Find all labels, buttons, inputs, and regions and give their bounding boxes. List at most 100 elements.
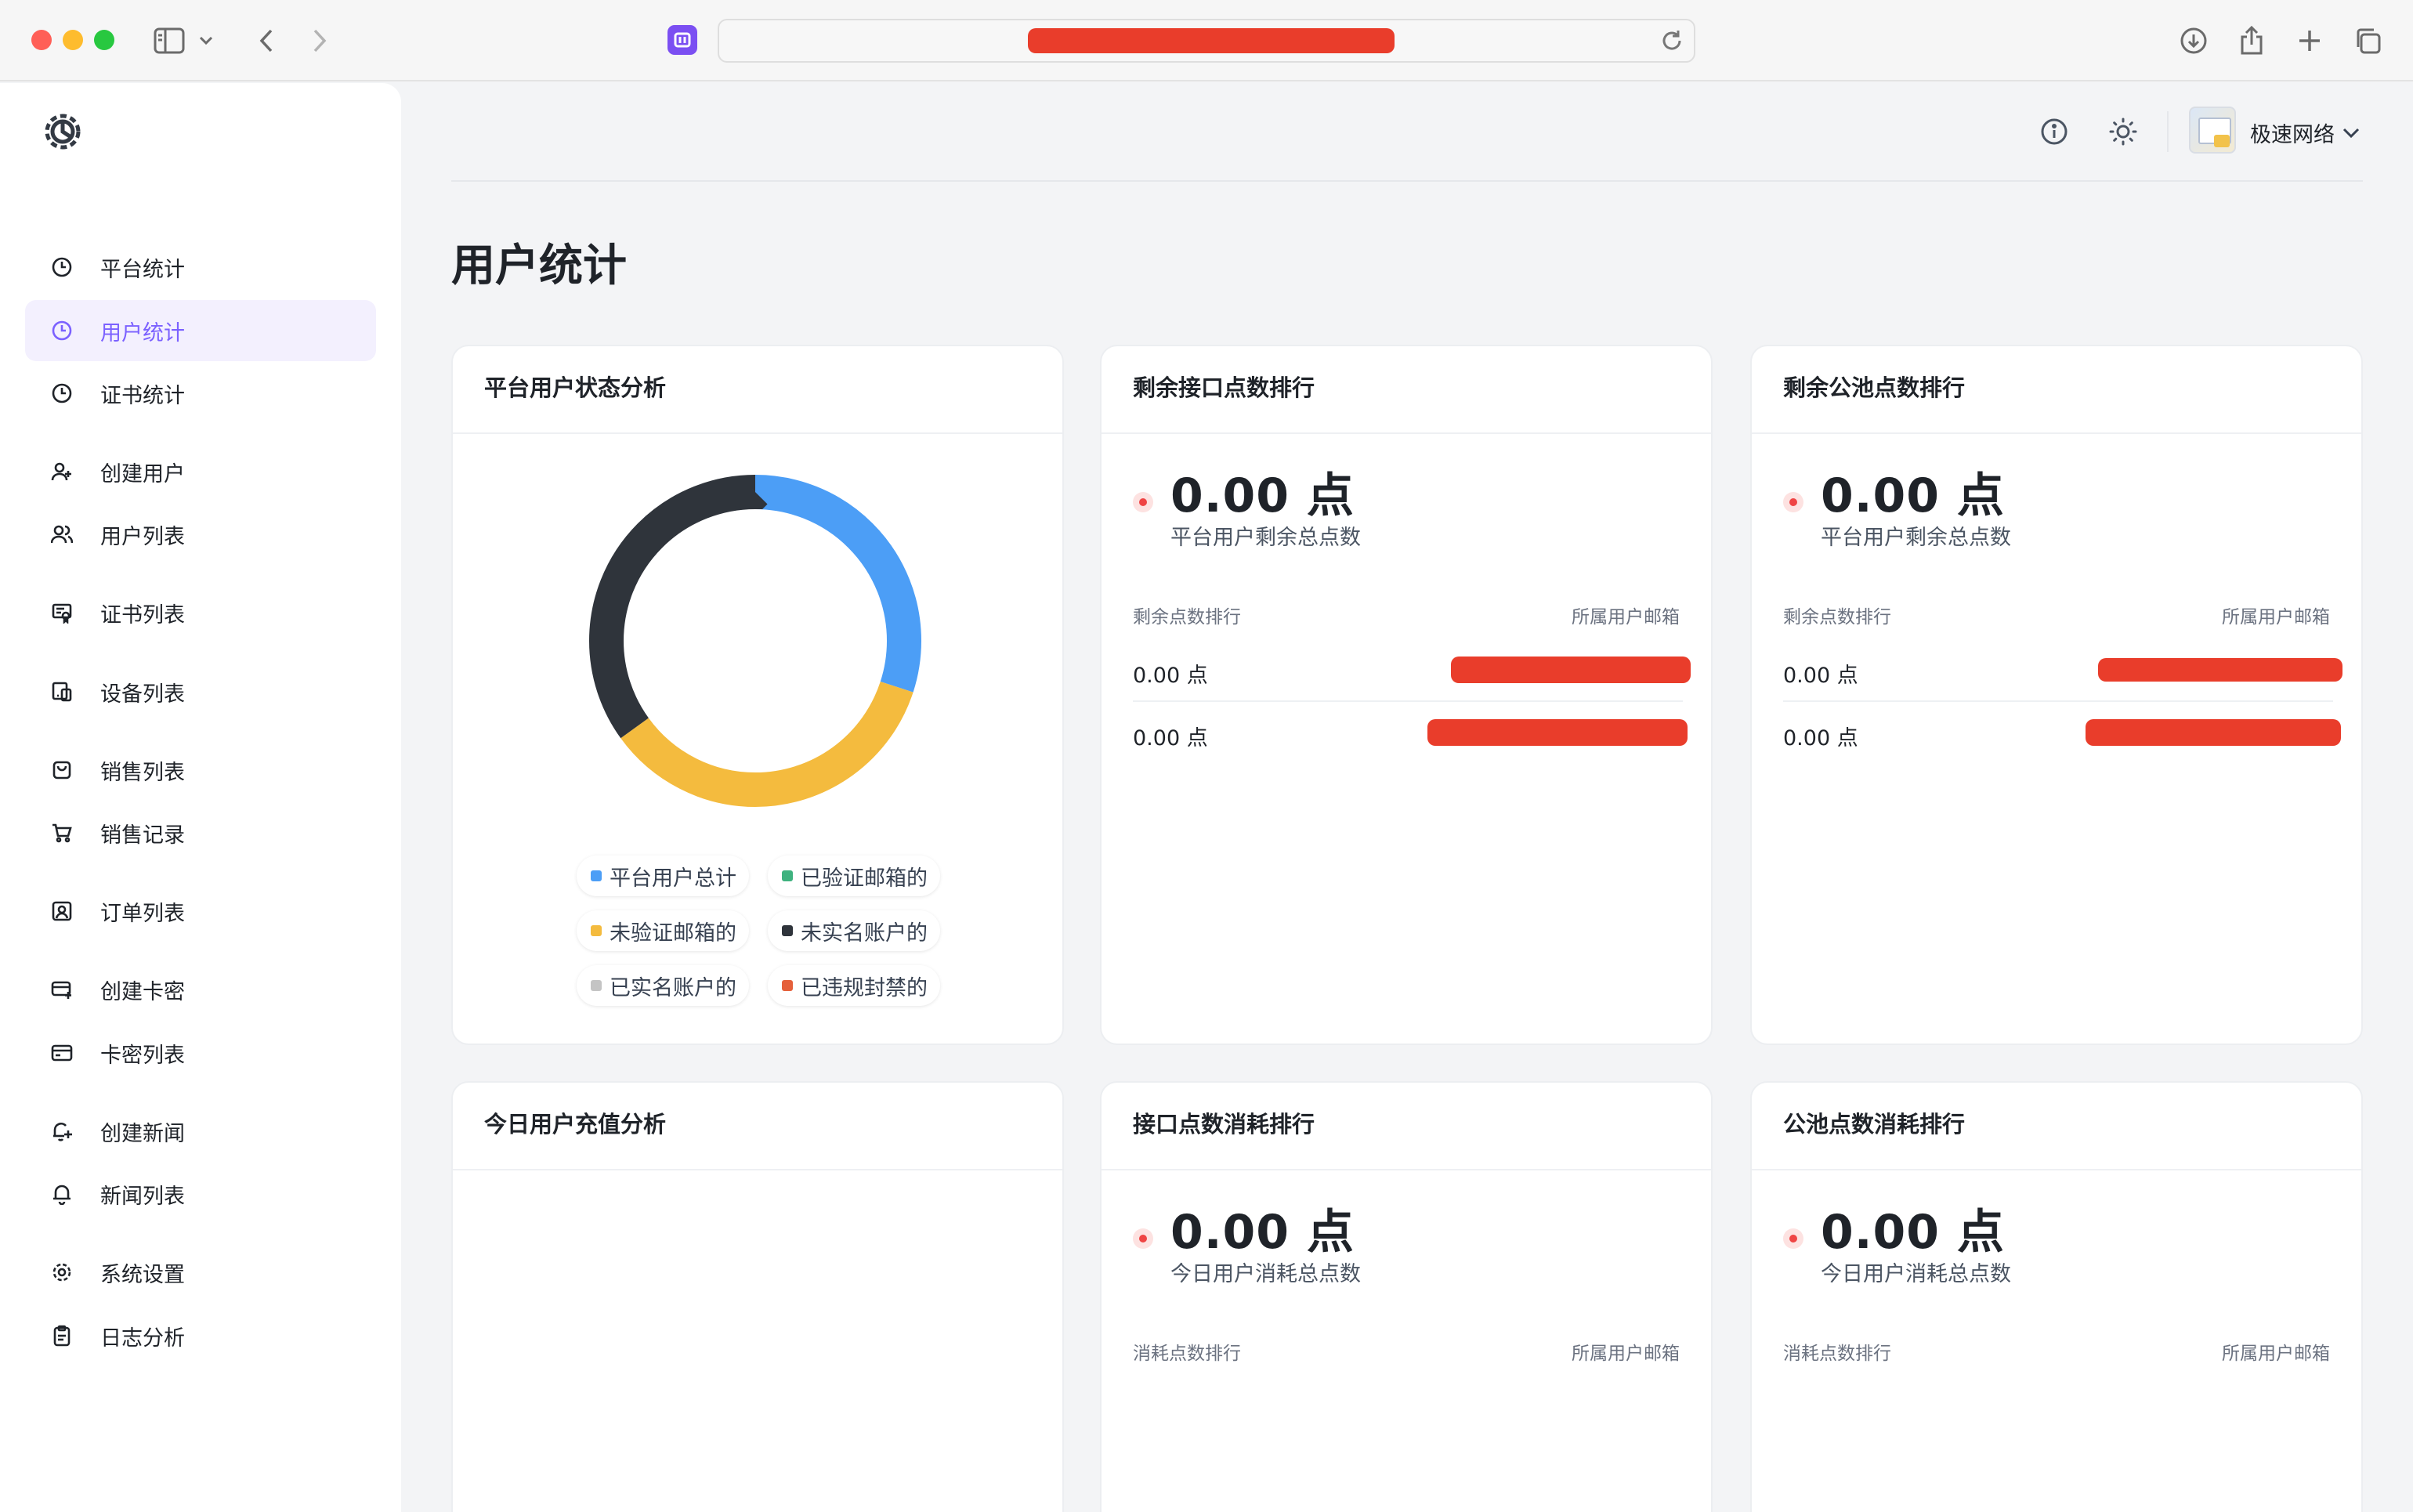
column-header-email: 所属用户邮箱 xyxy=(1572,607,1680,628)
card-icon xyxy=(50,1041,74,1065)
sidebar-item-sales-records[interactable]: 销售记录 xyxy=(25,802,376,863)
sidebar-item-label: 创建卡密 xyxy=(100,979,185,1004)
card-title: 平台用户状态分析 xyxy=(484,374,667,401)
legend-item[interactable]: 未实名账户的 xyxy=(768,910,940,951)
legend-item[interactable]: 未验证邮箱的 xyxy=(577,910,749,951)
column-header-points: 剩余点数排行 xyxy=(1133,607,1241,628)
rank-email: redacted xyxy=(1451,657,1691,683)
status-dot xyxy=(1783,1228,1803,1249)
status-dot xyxy=(1133,492,1153,512)
sidebar-item-label: 平台统计 xyxy=(100,257,185,282)
recharge-analysis-card: 今日用户充值分析 xyxy=(451,1081,1064,1512)
download-icon[interactable] xyxy=(2176,24,2211,58)
column-header-email: 所属用户邮箱 xyxy=(2222,607,2330,628)
tab-overview-icon[interactable] xyxy=(2350,24,2385,58)
api-consume-card: 接口点数消耗排行 0.00 点 今日用户消耗总点数 消耗点数排行 所属用户邮箱 xyxy=(1100,1081,1713,1512)
sidebar-item-label: 日志分析 xyxy=(100,1326,185,1351)
total-value: 0.00 点 xyxy=(1170,1205,1355,1260)
pool-consume-card: 公池点数消耗排行 0.00 点 今日用户消耗总点数 消耗点数排行 所属用户邮箱 xyxy=(1750,1081,2363,1512)
legend-swatch xyxy=(591,870,602,881)
user-plus-icon xyxy=(50,460,74,483)
forward-icon[interactable] xyxy=(302,24,337,58)
total-value: 0.00 点 xyxy=(1170,468,1355,523)
card-title: 今日用户充值分析 xyxy=(484,1111,667,1138)
sidebar-item-log-analysis[interactable]: 日志分析 xyxy=(25,1305,376,1366)
sidebar-item-system-settings[interactable]: 系统设置 xyxy=(25,1242,376,1303)
clipboard-icon xyxy=(50,1324,74,1347)
sidebar-item-label: 设备列表 xyxy=(100,682,185,707)
clock-icon xyxy=(50,255,74,279)
sidebar-item-user-list[interactable]: 用户列表 xyxy=(25,504,376,565)
card-divider xyxy=(1752,1169,2361,1170)
org-name[interactable]: 极速网络 xyxy=(2250,118,2335,148)
sidebar-item-card-list[interactable]: 卡密列表 xyxy=(25,1022,376,1083)
total-subtitle: 今日用户消耗总点数 xyxy=(1821,1262,2011,1286)
legend-label: 已验证邮箱的 xyxy=(801,866,928,891)
card-title: 剩余公池点数排行 xyxy=(1783,374,1966,401)
sidebar-toggle-icon[interactable] xyxy=(152,24,186,58)
sidebar-item-create-news[interactable]: 创建新闻 xyxy=(25,1101,376,1162)
address-bar[interactable]: redacted xyxy=(718,19,1695,63)
sidebar-item-label: 销售记录 xyxy=(100,823,185,848)
sidebar-item-news-list[interactable]: 新闻列表 xyxy=(25,1163,376,1224)
clock-icon xyxy=(50,319,74,342)
column-header-points: 消耗点数排行 xyxy=(1783,1344,1891,1364)
column-header-email: 所属用户邮箱 xyxy=(2222,1344,2330,1364)
legend-swatch xyxy=(782,870,793,881)
extension-icon[interactable] xyxy=(667,25,697,55)
sidebar-item-cert-list[interactable]: 证书列表 xyxy=(25,582,376,643)
back-icon[interactable] xyxy=(249,24,284,58)
rank-email: redacted xyxy=(1427,719,1688,746)
total-subtitle: 平台用户剩余总点数 xyxy=(1170,526,1361,550)
browser-toolbar: redacted xyxy=(0,0,2413,81)
card-plus-icon xyxy=(50,978,74,1001)
window-close-button[interactable] xyxy=(31,30,52,50)
sidebar-item-label: 卡密列表 xyxy=(100,1043,185,1068)
cart-icon xyxy=(50,821,74,845)
legend-item[interactable]: 已违规封禁的 xyxy=(768,965,940,1006)
window-minimize-button[interactable] xyxy=(63,30,83,50)
sidebar-item-user-stats[interactable]: 用户统计 xyxy=(25,300,376,361)
avatar[interactable] xyxy=(2189,107,2236,154)
sidebar-item-label: 销售列表 xyxy=(100,760,185,785)
sidebar-item-device-list[interactable]: 设备列表 xyxy=(25,661,376,722)
sidebar-item-create-card[interactable]: 创建卡密 xyxy=(25,959,376,1020)
donut-chart xyxy=(589,475,921,807)
legend-label: 未验证邮箱的 xyxy=(610,921,736,946)
clock-icon xyxy=(50,382,74,405)
sidebar-item-cert-stats[interactable]: 证书统计 xyxy=(25,363,376,424)
sidebar-item-platform-stats[interactable]: 平台统计 xyxy=(25,237,376,298)
sidebar-item-order-list[interactable]: 订单列表 xyxy=(25,881,376,942)
address-url[interactable]: redacted xyxy=(1028,28,1395,53)
users-icon xyxy=(50,523,74,546)
rank-points: 0.00 点 xyxy=(1133,726,1208,751)
legend-item[interactable]: 已验证邮箱的 xyxy=(768,855,940,896)
row-divider xyxy=(1133,700,1683,702)
sidebar-item-create-user[interactable]: 创建用户 xyxy=(25,441,376,502)
sidebar-item-sales-list[interactable]: 销售列表 xyxy=(25,740,376,801)
new-tab-icon[interactable] xyxy=(2292,24,2327,58)
card-divider xyxy=(1102,432,1711,434)
sidebar-item-label: 系统设置 xyxy=(100,1262,185,1287)
sidebar: 平台统计 用户统计 证书统计 创建用户 用户列表 证书列表 设备列表 销售列表 … xyxy=(0,83,401,1512)
chevron-down-icon[interactable] xyxy=(2341,122,2361,143)
user-status-card: 平台用户状态分析 平台用户总计 已验证邮箱的 未验证邮箱的 未实名账户的 已实名… xyxy=(451,345,1064,1045)
legend-item[interactable]: 平台用户总计 xyxy=(577,855,749,896)
sidebar-item-label: 新闻列表 xyxy=(100,1184,185,1209)
legend-item[interactable]: 已实名账户的 xyxy=(577,965,749,1006)
legend-label: 平台用户总计 xyxy=(610,866,736,891)
sidebar-item-label: 创建用户 xyxy=(100,461,185,487)
card-divider xyxy=(453,432,1062,434)
card-title: 剩余接口点数排行 xyxy=(1133,374,1315,401)
window-zoom-button[interactable] xyxy=(94,30,114,50)
logo-gear-icon[interactable] xyxy=(41,110,85,154)
certificate-icon xyxy=(50,601,74,624)
chevron-down-icon[interactable] xyxy=(194,24,218,58)
share-icon[interactable] xyxy=(2234,24,2269,58)
reload-icon[interactable] xyxy=(1659,28,1684,53)
sun-icon[interactable] xyxy=(2106,114,2140,149)
bell-plus-icon xyxy=(50,1120,74,1143)
card-divider xyxy=(1102,1169,1711,1170)
info-icon[interactable] xyxy=(2037,114,2071,149)
status-dot xyxy=(1783,492,1803,512)
